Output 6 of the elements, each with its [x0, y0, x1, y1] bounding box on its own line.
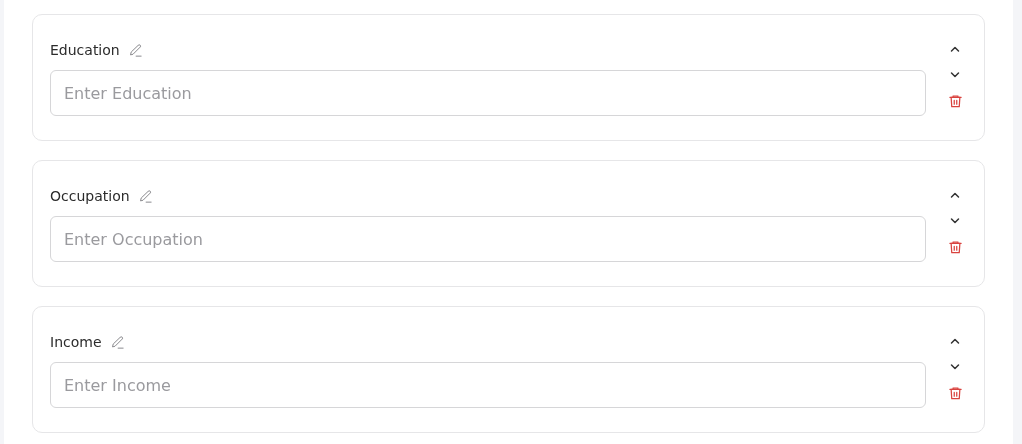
input-field[interactable]: Enter Occupation	[50, 216, 926, 262]
field-label: Occupation	[50, 188, 130, 204]
field-label: Education	[50, 42, 120, 58]
field-label: Income	[50, 334, 102, 350]
input-field[interactable]: Enter Income	[50, 362, 926, 408]
input-field[interactable]: Enter Education	[50, 70, 926, 116]
